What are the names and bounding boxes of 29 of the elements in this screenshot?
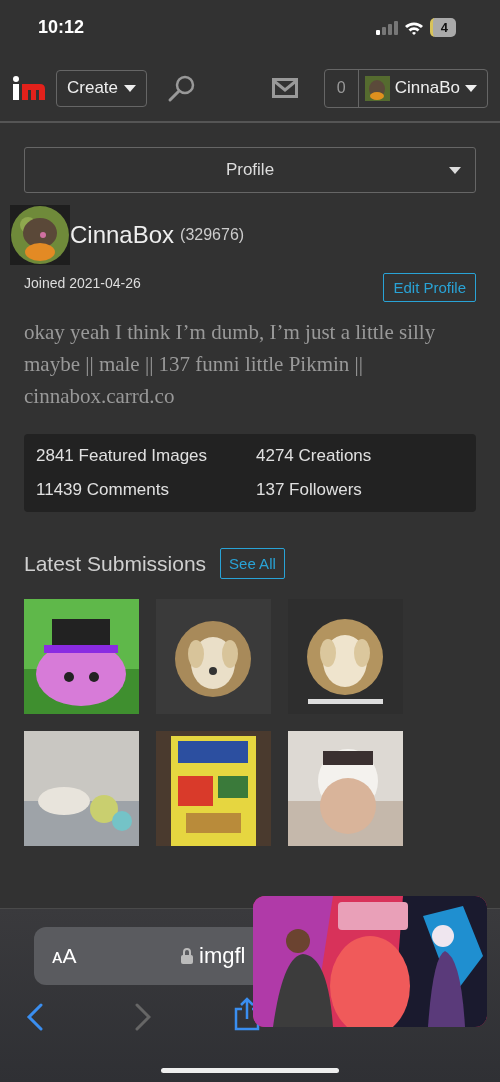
user-menu-button[interactable]: CinnaBo [358, 69, 487, 107]
section-heading: Latest Submissions [24, 551, 207, 576]
create-menu-button[interactable]: Create [56, 69, 148, 107]
section-dropdown[interactable]: Profile [24, 147, 476, 193]
stat-text: 2841 Featured Images [36, 446, 209, 466]
stat-text: 137 Followers [256, 480, 363, 500]
address-bar[interactable]: ᴀA imgfl [34, 927, 253, 985]
see-all-button[interactable]: See All [220, 548, 285, 579]
caret-icon [449, 167, 461, 174]
wifi-icon [403, 20, 424, 35]
back-icon[interactable] [26, 1003, 44, 1031]
edit-profile-button[interactable]: Edit Profile [383, 273, 476, 302]
notification-count[interactable]: 0 [324, 69, 359, 107]
username: CinnaBox [70, 221, 175, 249]
logo-icon [12, 74, 46, 102]
battery-indicator: 4 [429, 18, 456, 37]
user-id: (329676) [180, 226, 245, 244]
caret-icon [124, 84, 137, 92]
stat-text: 4274 Creations [256, 446, 373, 466]
caret-icon [465, 84, 477, 92]
stat-text: 11439 Comments [36, 480, 170, 500]
signal-icon [375, 20, 398, 35]
status-time: 10:12 [38, 17, 85, 38]
mail-icon[interactable] [271, 78, 298, 98]
joined-date: Joined 2021-04-26 [24, 275, 141, 291]
url-text[interactable]: imgfl [199, 943, 246, 969]
profile-bio: okay yeah I think I’m dumb, I’m just a little silly maybe || male || 137 funni little Pikmin || cinnabox.carrd.co [24, 319, 437, 410]
text-size-button[interactable]: ᴀA [52, 944, 77, 968]
lock-icon [181, 948, 193, 964]
